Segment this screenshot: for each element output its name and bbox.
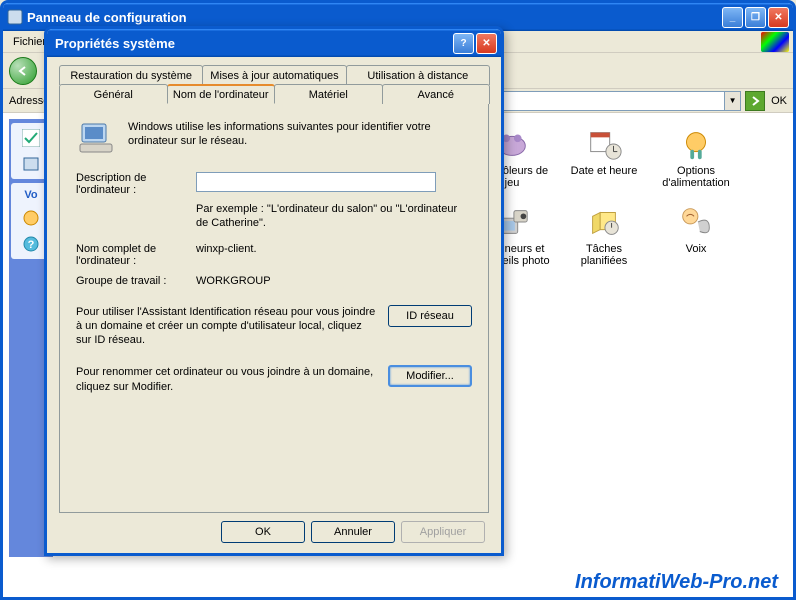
- modify-button[interactable]: Modifier...: [388, 365, 472, 387]
- system-properties-dialog: Propriétés système ? ✕ Restauration du s…: [44, 26, 504, 556]
- check-icon[interactable]: [22, 129, 40, 147]
- go-button[interactable]: [745, 91, 765, 111]
- cp-item-label: Voix: [686, 243, 707, 255]
- cp-item-label: Date et heure: [571, 165, 638, 177]
- cp-icon-item[interactable]: Tâches planifiées: [563, 203, 645, 275]
- minimize-button[interactable]: _: [722, 7, 743, 28]
- cp-item-icon: [677, 125, 715, 163]
- cancel-button[interactable]: Annuler: [311, 521, 395, 543]
- dialog-close-button[interactable]: ✕: [476, 33, 497, 54]
- tab[interactable]: Restauration du système: [59, 65, 203, 85]
- netid-text: Pour utiliser l'Assistant Identification…: [76, 305, 378, 348]
- help-icon[interactable]: ?: [22, 235, 40, 253]
- computer-icon: [76, 118, 116, 158]
- cp-icon-item[interactable]: Date et heure: [563, 125, 645, 197]
- tabs-upper-row: Restauration du systèmeMises à jour auto…: [59, 65, 489, 85]
- cp-item-label: Options d'alimentation: [655, 165, 737, 189]
- apply-button[interactable]: Appliquer: [401, 521, 485, 543]
- cp-icon-item[interactable]: Voix: [655, 203, 737, 275]
- windows-logo-icon: [761, 32, 789, 52]
- dialog-titlebar[interactable]: Propriétés système ? ✕: [47, 29, 501, 57]
- cp-item-icon: [585, 125, 623, 163]
- dialog-footer: OK Annuler Appliquer: [221, 521, 485, 543]
- description-input[interactable]: [196, 172, 436, 192]
- cp-item-label: Tâches planifiées: [563, 243, 645, 267]
- control-panel-icon: [7, 9, 23, 25]
- tab[interactable]: Mises à jour automatiques: [202, 65, 346, 85]
- cp-icon-item[interactable]: Options d'alimentation: [655, 125, 737, 197]
- tab[interactable]: Général: [59, 84, 168, 104]
- tab[interactable]: Matériel: [274, 84, 383, 104]
- fullname-value: winxp-client.: [196, 243, 472, 267]
- main-window-title: Panneau de configuration: [27, 10, 722, 25]
- tab-content-computer-name: Windows utilise les informations suivant…: [59, 103, 489, 513]
- description-hint: Par exemple : "L'ordinateur du salon" ou…: [196, 202, 472, 231]
- chevron-down-icon[interactable]: ▼: [724, 92, 740, 110]
- back-button[interactable]: [9, 57, 37, 85]
- description-label: Description de l'ordinateur :: [76, 172, 196, 196]
- arrow-left-icon: [17, 65, 29, 77]
- arrow-right-icon: [749, 95, 761, 107]
- network-id-button[interactable]: ID réseau: [388, 305, 472, 327]
- intro-text: Windows utilise les informations suivant…: [128, 118, 472, 158]
- maximize-button[interactable]: ❐: [745, 7, 766, 28]
- tab[interactable]: Avancé: [382, 84, 491, 104]
- help-button[interactable]: ?: [453, 33, 474, 54]
- fullname-label: Nom complet de l'ordinateur :: [76, 243, 196, 267]
- go-ok-label: OK: [771, 95, 787, 107]
- workgroup-value: WORKGROUP: [196, 275, 472, 287]
- watermark: InformatiWeb-Pro.net: [575, 571, 778, 594]
- update-icon[interactable]: [22, 209, 40, 227]
- cp-item-icon: [585, 203, 623, 241]
- tab[interactable]: Nom de l'ordinateur: [167, 84, 276, 104]
- modify-text: Pour renommer cet ordinateur ou vous joi…: [76, 365, 378, 394]
- cp-item-icon: [677, 203, 715, 241]
- tabs-lower-row: GénéralNom de l'ordinateurMatérielAvancé: [59, 84, 489, 104]
- svg-text:?: ?: [28, 239, 35, 251]
- workgroup-label: Groupe de travail :: [76, 275, 196, 287]
- dialog-title: Propriétés système: [51, 36, 453, 51]
- tab[interactable]: Utilisation à distance: [346, 65, 490, 85]
- ok-button[interactable]: OK: [221, 521, 305, 543]
- window-icon[interactable]: [22, 155, 40, 173]
- sidebar-header: Vo: [24, 189, 37, 201]
- close-button[interactable]: ✕: [768, 7, 789, 28]
